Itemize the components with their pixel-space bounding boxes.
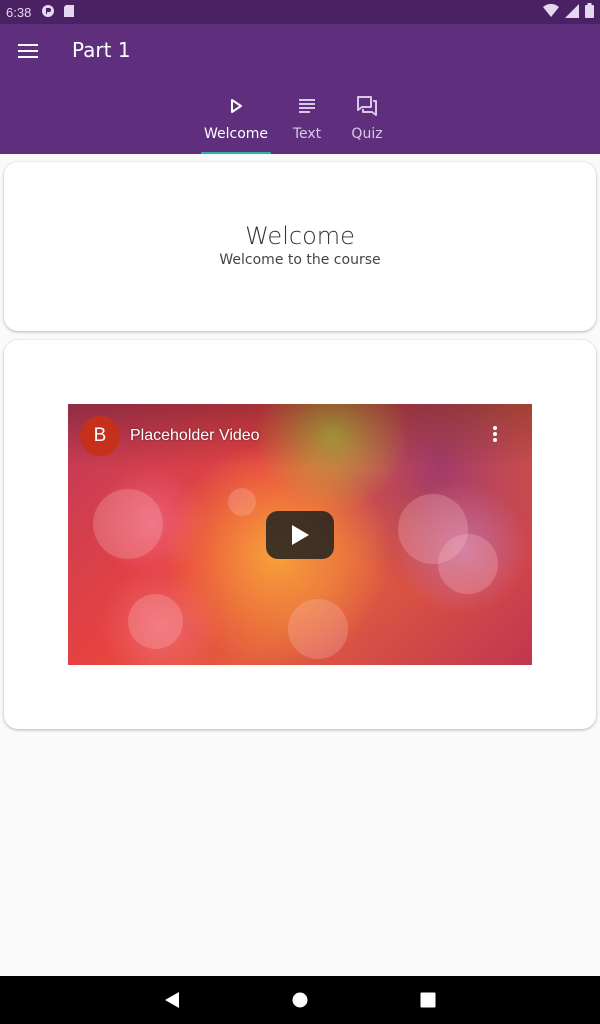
video-header: B Placeholder Video <box>68 404 532 468</box>
status-bar: 6:38 <box>0 0 600 24</box>
tab-label: Quiz <box>351 126 383 142</box>
play-button[interactable] <box>266 511 334 559</box>
battery-icon <box>585 3 594 21</box>
status-right-icons <box>543 3 594 21</box>
tab-label: Text <box>292 126 322 142</box>
video-player[interactable]: B Placeholder Video <box>68 404 532 665</box>
tab-text[interactable]: Text <box>277 90 337 154</box>
wifi-icon <box>543 3 559 21</box>
chat-bubbles-icon <box>355 94 379 118</box>
video-title[interactable]: Placeholder Video <box>130 427 260 445</box>
system-nav-bar <box>0 976 600 1024</box>
welcome-card: Welcome Welcome to the course <box>4 162 596 331</box>
tab-bar: Welcome Text Quiz <box>195 90 397 154</box>
recents-icon[interactable] <box>416 988 440 1012</box>
tab-welcome[interactable]: Welcome <box>195 90 277 154</box>
play-icon <box>292 525 309 545</box>
status-time: 6:38 <box>6 4 32 20</box>
sd-card-icon <box>63 4 75 21</box>
home-icon[interactable] <box>288 988 312 1012</box>
channel-avatar[interactable]: B <box>80 416 120 456</box>
cell-signal-icon <box>565 3 579 21</box>
page-title: Part 1 <box>72 38 131 62</box>
app-notification-icon <box>41 4 55 21</box>
welcome-subtitle: Welcome to the course <box>219 252 381 268</box>
back-icon[interactable] <box>160 988 184 1012</box>
hamburger-menu-icon[interactable] <box>16 40 40 64</box>
tab-label: Welcome <box>203 126 269 142</box>
more-vert-icon[interactable] <box>488 426 502 448</box>
play-icon <box>224 94 248 118</box>
text-lines-icon <box>295 94 319 118</box>
tab-quiz[interactable]: Quiz <box>337 90 397 154</box>
video-card: B Placeholder Video <box>4 340 596 729</box>
app-bar: Part 1 Welcome Text Quiz <box>0 24 600 154</box>
welcome-heading: Welcome <box>245 222 355 250</box>
